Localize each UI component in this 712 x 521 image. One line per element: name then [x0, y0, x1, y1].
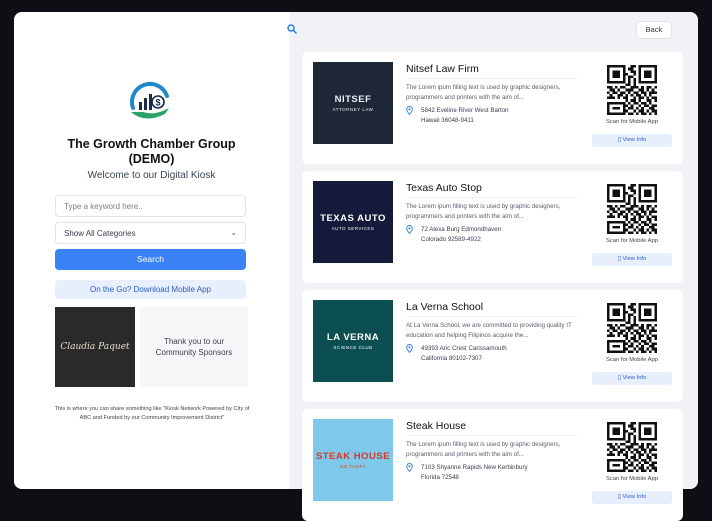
listing-title[interactable]: La Verna School: [406, 301, 483, 313]
address-line-1: 72 Alexa Burg Edmondhaven: [421, 226, 502, 233]
listing-title[interactable]: Nitsef Law Firm: [406, 63, 479, 75]
view-info-label: View Info: [622, 375, 647, 381]
chevron-down-icon: ⌄: [230, 228, 237, 237]
address-line-2: California 80102-7307: [421, 355, 482, 362]
listing-address: 7103 Shyanne Rapids New Kerbinbury Florid…: [421, 463, 528, 483]
listing-description: The Lorem ipum filling text is used by g…: [406, 441, 561, 458]
listing-card[interactable]: STEAK HOUSE SO TASTY Steak House The Lorem …: [302, 409, 683, 521]
address-line-1: 7103 Shyanne Rapids New Kerbinbury: [421, 464, 528, 471]
divider: [406, 316, 578, 317]
qr-code: [607, 303, 657, 353]
listing-address: 72 Alexa Burg Edmondhaven Colorado 92589-…: [421, 225, 501, 245]
listing-image-text: LA VERNA: [326, 332, 380, 343]
view-info-button[interactable]: ▯ View Info: [592, 253, 672, 266]
view-info-button[interactable]: ▯ View Info: [592, 491, 672, 504]
listing-image-subtext: SCIENCE CLUB: [333, 345, 373, 350]
listing-image-text: STEAK HOUSE: [315, 451, 391, 462]
listing-image[interactable]: TEXAS AUTO AUTO SERVICES: [313, 181, 393, 263]
listing-card[interactable]: LA VERNA SCIENCE CLUB La Verna School At La…: [302, 290, 683, 402]
listing-image-subtext: ATTORNEY LAW: [332, 107, 374, 112]
listing-description: The Lorem ipum filling text is used by g…: [406, 203, 561, 220]
listing-image[interactable]: STEAK HOUSE SO TASTY: [313, 419, 393, 501]
listing-title[interactable]: Texas Auto Stop: [406, 182, 482, 194]
sponsor-logo[interactable]: Claudia Paquet: [55, 307, 135, 387]
view-info-button[interactable]: ▯ View Info: [592, 134, 672, 147]
org-title: The Growth Chamber Group (DEMO): [67, 137, 236, 166]
listing-image[interactable]: NITSEF ATTORNEY LAW: [313, 62, 393, 144]
growth-chamber-logo: $: [129, 82, 169, 119]
address-line-2: Hawaii 36048-9411: [421, 117, 474, 124]
location-pin-icon: [406, 344, 413, 353]
divider: [406, 78, 578, 79]
listing-image-subtext: AUTO SERVICES: [331, 226, 375, 231]
listing-description: At La Verna School, we are committed to …: [406, 322, 572, 339]
sidebar: $ The Growth Chamber Group (DEMO) Welcom…: [14, 12, 289, 489]
address-line-2: Florida 72548: [421, 474, 459, 481]
location-pin-icon: [406, 463, 413, 472]
sponsor-logo-text: Claudia Paquet: [60, 341, 130, 352]
listing-address: 5842 Eveline River West Barton Hawaii 360…: [421, 106, 509, 126]
view-info-label: View Info: [622, 137, 647, 143]
location-pin-icon: [406, 225, 413, 234]
view-info-label: View Info: [622, 494, 647, 500]
keyword-search-input[interactable]: Type a keyword here..: [55, 195, 246, 217]
qr-code: [607, 184, 657, 234]
scan-label: Scan for Mobile App: [606, 238, 658, 244]
listing-address: 49393 Aric Crest Carissamouth California …: [421, 344, 507, 364]
address-line-1: 5842 Eveline River West Barton: [421, 107, 509, 114]
qr-code: [607, 422, 657, 472]
welcome-text: Welcome to our Digital Kiosk: [87, 170, 216, 181]
scan-label: Scan for Mobile App: [606, 119, 658, 125]
listing-image-text: NITSEF: [334, 94, 372, 105]
qr-code: [607, 65, 657, 115]
listing-card[interactable]: TEXAS AUTO AUTO SERVICES Texas Auto Stop Th…: [302, 171, 683, 283]
view-info-label: View Info: [622, 256, 647, 262]
listing-image-text: TEXAS AUTO: [320, 213, 386, 224]
location-pin-icon: [406, 106, 413, 115]
divider: [406, 435, 578, 436]
scan-label: Scan for Mobile App: [606, 476, 658, 482]
footer-note: This is where you can share something li…: [54, 406, 250, 421]
search-button[interactable]: Search: [55, 249, 246, 270]
listing-image[interactable]: LA VERNA SCIENCE CLUB: [313, 300, 393, 382]
listing-description: The Lorem ipum filling text is used by g…: [406, 84, 561, 101]
listing-title[interactable]: Steak House: [406, 420, 466, 432]
search-icon[interactable]: [287, 24, 297, 34]
download-mobile-app-button[interactable]: On the Go? Download Mobile App: [55, 280, 246, 299]
address-line-1: 49393 Aric Crest Carissamouth: [421, 345, 507, 352]
listing-image-subtext: SO TASTY: [340, 464, 366, 469]
svg-text:$: $: [155, 98, 160, 108]
address-line-2: Colorado 92589-4922: [421, 236, 481, 243]
view-info-button[interactable]: ▯ View Info: [592, 372, 672, 385]
category-select-value: Show All Categories: [64, 229, 136, 238]
sponsor-thanks: Thank you to our Community Sponsors: [140, 307, 248, 387]
back-button[interactable]: Back: [636, 21, 672, 39]
scan-label: Scan for Mobile App: [606, 357, 658, 363]
divider: [406, 197, 578, 198]
listing-card[interactable]: NITSEF ATTORNEY LAW Nitsef Law Firm The Lor…: [302, 52, 683, 164]
category-select[interactable]: Show All Categories ⌄: [55, 222, 246, 244]
